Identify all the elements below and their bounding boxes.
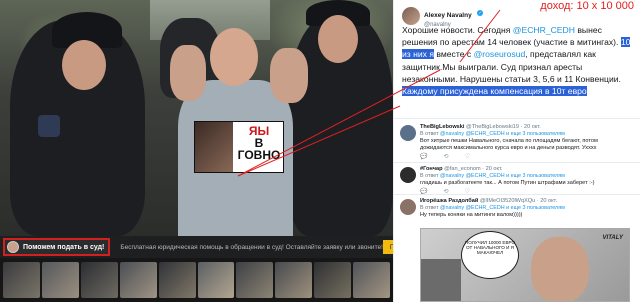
poster-caption: ЯЫ В ГОВНО	[235, 125, 283, 161]
divider	[394, 194, 640, 195]
ad-avatar	[7, 241, 19, 253]
reply-body: TheBigLebowski @TheBigLebowski19 · 20 ок…	[420, 124, 638, 160]
reply-name[interactable]: #Гончар	[420, 166, 443, 172]
mention-roseurosud[interactable]: @roseurosud	[474, 49, 526, 59]
meme-speech-bubble: ПОЛУЧИЛ 10000 ЕВРО ОТ НАВАЛЬНОГО И Я МАК…	[461, 231, 519, 279]
reply-mentions[interactable]: @navalny @ECHR_CEDH	[440, 205, 505, 211]
reply-text: гладишь и разбогатеете так... А потом Пу…	[420, 180, 595, 186]
reply-header: Игорёшка Раздолбай @lIMeOI3520lWqXQu · 2…	[420, 198, 558, 204]
income-annotation: доход: 10 х 10 000	[540, 0, 634, 12]
verified-icon: ✓	[477, 9, 484, 16]
reply-body: Игорёшка Раздолбай @lIMeOI3520lWqXQu · 2…	[420, 198, 638, 218]
reply-text: Ну теперь коняки на митинги валом)))))	[420, 212, 523, 218]
like-icon[interactable]: ♡	[465, 153, 470, 160]
thumbnail[interactable]	[353, 262, 391, 298]
reply-handle[interactable]: @lIMeOI3520lWqXQu	[480, 198, 535, 204]
reply-context-prefix: В ответ	[420, 205, 441, 211]
thumbnail[interactable]	[3, 262, 40, 298]
divider	[394, 162, 640, 163]
reply-time[interactable]: 20 окт.	[486, 166, 503, 172]
tweet-panel: Alexey Navalny ✓ @navalny доход: 10 х 10…	[393, 0, 640, 302]
sticker-poster: ЯЫ В ГОВНО	[194, 121, 284, 173]
reply-avatar[interactable]	[400, 125, 416, 141]
reply-more-users[interactable]: и еще 3 пользователям	[505, 131, 565, 137]
reply-context: В ответ @navalny @ECHR_CEDH и еще 3 поль…	[420, 173, 638, 179]
author-avatar[interactable]	[402, 7, 420, 25]
thumbnail[interactable]	[275, 262, 313, 298]
meme-face	[531, 237, 589, 301]
thumbnail[interactable]	[314, 262, 352, 298]
tweet-text-part: Хорошие новости. Сегодня	[402, 25, 513, 35]
thumbnail[interactable]	[236, 262, 274, 298]
reply-mentions[interactable]: @navalny @ECHR_CEDH	[440, 131, 505, 137]
reply-more-users[interactable]: и еще 3 пользователям	[505, 173, 565, 179]
reply-time[interactable]: 20 окт.	[524, 124, 541, 130]
ad-title[interactable]: Поможем подать в суд!	[23, 244, 104, 251]
reply-header: #Гончар @fan_econom · 20 окт.	[420, 166, 503, 172]
reply-body: #Гончар @fan_econom · 20 окт. В ответ @n…	[420, 166, 638, 195]
reply-header: TheBigLebowski @TheBigLebowski19 · 20 ок…	[420, 124, 541, 130]
thumbnail[interactable]	[158, 262, 196, 298]
meme-figure-arm	[421, 259, 461, 301]
reply-time[interactable]: 20 окт.	[540, 198, 557, 204]
reply-mentions[interactable]: @navalny @ECHR_CEDH	[440, 173, 505, 179]
reply-more-users[interactable]: и еще 3 пользователям	[505, 205, 565, 211]
thumbnail[interactable]	[80, 262, 118, 298]
highlighted-text: Каждому присуждена компенсация в 10т евр…	[402, 86, 587, 97]
poster-line-3: ГОВНО	[237, 148, 281, 162]
reply-handle[interactable]: @TheBigLebowski19	[466, 124, 519, 130]
arrest-photo: ЯЫ В ГОВНО	[0, 0, 393, 236]
reply-text: дожидаются максимального курса евро и на…	[420, 145, 597, 151]
thumbnail[interactable]	[119, 262, 157, 298]
author-name[interactable]: Alexey Navalny	[424, 12, 472, 19]
reply-context-prefix: В ответ	[420, 131, 441, 137]
retweet-icon[interactable]: ⟲	[443, 153, 448, 160]
mention-echr[interactable]: @ECHR_CEDH	[513, 25, 575, 35]
reply-name[interactable]: TheBigLebowski	[420, 124, 464, 130]
police-patch	[38, 115, 60, 137]
reply-handle[interactable]: @fan_econom	[444, 166, 480, 172]
thumbnail[interactable]	[41, 262, 79, 298]
reply-actions: 💬 ⟲ ♡	[420, 153, 638, 160]
raised-hand	[270, 48, 308, 103]
reply-text: Вот хитрые пешки Навального, сначала по …	[420, 138, 598, 144]
reply-avatar[interactable]	[400, 199, 416, 215]
ad-description: Бесплатная юридическая помощь в обращени…	[120, 243, 383, 251]
officer-face	[62, 40, 106, 90]
ad-go-button[interactable]: Перейти	[382, 240, 393, 254]
ad-highlight-box[interactable]: Поможем подать в суд!	[3, 238, 111, 256]
officer-face	[318, 15, 358, 63]
poster-portrait	[195, 122, 233, 172]
reply-icon[interactable]: 💬	[420, 153, 427, 160]
thumbnail[interactable]	[197, 262, 235, 298]
ad-banner[interactable]: Поможем подать в суд! Бесплатная юридиче…	[0, 236, 393, 258]
tweet-text-part: вместе с	[434, 49, 474, 60]
divider	[394, 118, 640, 119]
news-photo-pane: ЯЫ В ГОВНО Поможем подать в суд! Бесплат…	[0, 0, 393, 302]
raised-hand	[170, 45, 206, 101]
reply-meme-image[interactable]: ПОЛУЧИЛ 10000 ЕВРО ОТ НАВАЛЬНОГО И Я МАК…	[420, 228, 630, 302]
thumbnail-strip	[0, 258, 393, 302]
detained-man-face	[210, 28, 258, 86]
meme-tag: VITALY	[602, 235, 623, 241]
reply-context-prefix: В ответ	[420, 173, 441, 179]
reply-context: В ответ @navalny @ECHR_CEDH и еще 3 поль…	[420, 205, 638, 211]
reply-context: В ответ @navalny @ECHR_CEDH и еще 3 поль…	[420, 131, 638, 137]
tweet-text: Хорошие новости. Сегодня @ECHR_CEDH выне…	[402, 24, 636, 97]
reply-avatar[interactable]	[400, 167, 416, 183]
reply-name[interactable]: Игорёшка Раздолбай	[420, 198, 478, 204]
